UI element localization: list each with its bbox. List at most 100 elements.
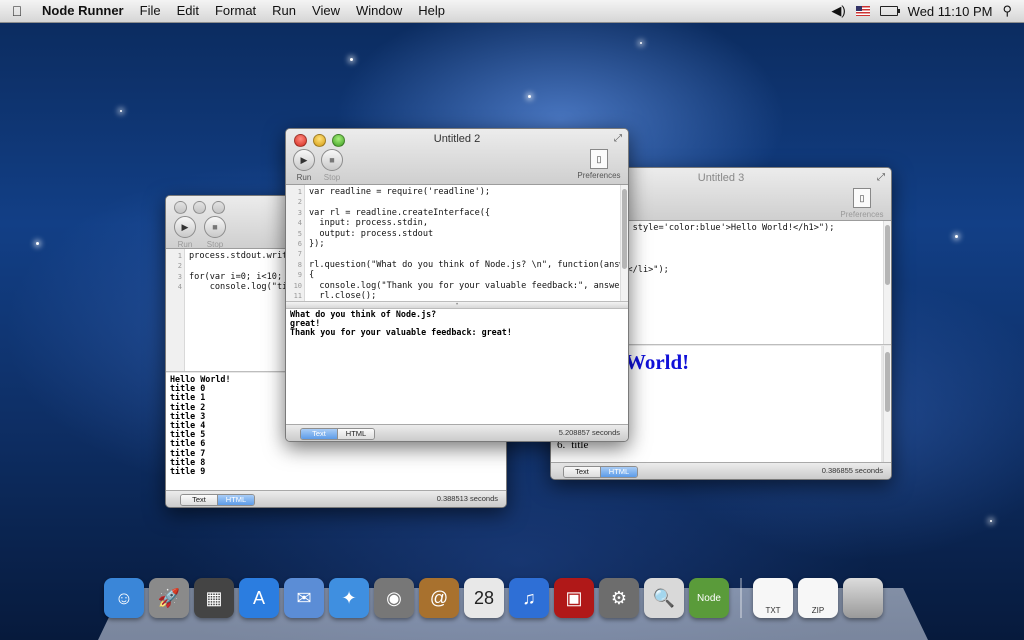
tab-text[interactable]: Text <box>564 467 600 477</box>
run-button[interactable]: ▶ Run <box>171 216 199 249</box>
menu-view[interactable]: View <box>304 0 348 22</box>
window-untitled-2: Untitled 2 ⤢ ▶ Run ■ Stop ▯ Preferences … <box>285 128 629 442</box>
fullscreen-icon[interactable]: ⤢ <box>614 133 622 144</box>
line-number: 4 <box>297 219 302 228</box>
preview-icon[interactable]: 🔍 <box>644 578 684 618</box>
code-editor[interactable]: 1 2 3 4 5 6 7 8 9 10 11 var readline = require('re… <box>286 185 628 302</box>
output-mode-toggle[interactable]: Text HTML <box>180 494 255 506</box>
tab-html[interactable]: HTML <box>600 467 637 477</box>
menu-run[interactable]: Run <box>264 0 304 22</box>
play-icon: ▶ <box>293 149 315 171</box>
photo-booth-icon[interactable]: ▣ <box>554 578 594 618</box>
line-number: 9 <box>297 271 302 280</box>
minimize-button[interactable] <box>193 201 206 214</box>
preferences-label: Preferences <box>840 210 884 219</box>
stop-button[interactable]: ■ Stop <box>201 216 229 249</box>
tab-text[interactable]: Text <box>301 429 337 439</box>
dock-separator <box>740 578 742 618</box>
line-number: 1 <box>297 188 302 196</box>
run-button[interactable]: ▶ Run <box>290 149 318 182</box>
editor-scrollbar[interactable] <box>883 221 891 344</box>
line-number: 2 <box>177 262 182 271</box>
apple-icon[interactable]:  <box>0 3 34 19</box>
spotlight-search-icon[interactable]: ⚲ <box>1002 3 1012 19</box>
line-number: 5 <box>297 229 302 238</box>
execution-time: 0.388513 seconds <box>436 494 498 503</box>
fullscreen-icon[interactable]: ⤢ <box>877 172 885 183</box>
line-number: 6 <box>297 239 302 248</box>
line-number: 1 <box>177 252 182 260</box>
zip-archive-icon[interactable]: ZIP <box>798 578 838 618</box>
tab-html[interactable]: HTML <box>337 429 374 439</box>
txt-document-icon[interactable]: TXT <box>753 578 793 618</box>
us-flag-icon[interactable] <box>855 6 870 16</box>
line-number: 8 <box>297 260 302 269</box>
preferences-button[interactable]: ▯ Preferences <box>572 149 626 180</box>
finder-icon[interactable]: ☺ <box>104 578 144 618</box>
output-mode-toggle[interactable]: Text HTML <box>300 428 375 440</box>
menu-window[interactable]: Window <box>348 0 410 22</box>
output-heading: World! <box>625 350 690 374</box>
facetime-icon[interactable]: ◉ <box>374 578 414 618</box>
code-line: rl.close(); <box>309 290 377 301</box>
safari-icon[interactable]: ✦ <box>329 578 369 618</box>
preferences-button[interactable]: ▯ Preferences <box>835 188 889 219</box>
menu-help[interactable]: Help <box>410 0 453 22</box>
zoom-button[interactable] <box>212 201 225 214</box>
tab-html[interactable]: HTML <box>217 495 254 505</box>
menubar-clock[interactable]: Wed 11:10 PM <box>908 4 993 19</box>
status-bar: Text HTML 5.208857 seconds <box>286 424 628 441</box>
tab-text[interactable]: Text <box>181 495 217 505</box>
status-bar: Text HTML 0.386855 seconds <box>551 462 891 479</box>
itunes-icon[interactable]: ♫ <box>509 578 549 618</box>
trash-icon[interactable] <box>843 578 883 618</box>
menu-edit[interactable]: Edit <box>169 0 207 22</box>
output-line: title 9 <box>170 465 206 476</box>
stop-button[interactable]: ■ Stop <box>318 149 346 182</box>
menu-app-name[interactable]: Node Runner <box>34 0 132 22</box>
window-title: Untitled 2 <box>433 133 481 145</box>
system-preferences-icon[interactable]: ⚙ <box>599 578 639 618</box>
code-line: var readline = require('readline'); <box>309 187 491 197</box>
code-line: console.log("Thank you for your valuable… <box>309 280 620 291</box>
code-line: }); <box>309 238 325 249</box>
status-bar: Text HTML 0.388513 seconds <box>166 490 506 507</box>
line-number: 3 <box>297 208 302 217</box>
battery-icon[interactable] <box>879 6 900 16</box>
code-line: rl.question("What do you think of Node.j… <box>309 259 620 270</box>
mission-control-icon[interactable]: ▦ <box>194 578 234 618</box>
address-book-icon[interactable]: @ <box>419 578 459 618</box>
preferences-label: Preferences <box>577 171 621 180</box>
mail-icon[interactable]: ✉ <box>284 578 324 618</box>
node-runner-icon[interactable]: Node <box>689 578 729 618</box>
dock-icons: ☺ 🚀 ▦ A ✉ ✦ ◉ @28 ♫ ▣ ⚙ 🔍 Node TXT ZIP <box>104 578 883 630</box>
execution-time: 0.386855 seconds <box>821 466 883 475</box>
output-mode-toggle[interactable]: Text HTML <box>563 466 638 478</box>
line-number: 2 <box>297 198 302 207</box>
volume-icon[interactable]: ◀) <box>831 3 845 19</box>
menu-file[interactable]: File <box>132 0 169 22</box>
preferences-icon: ▯ <box>590 149 608 169</box>
code-line: { <box>309 270 315 281</box>
code-line: var rl = readline.createInterface({ <box>309 207 491 218</box>
output-line: What do you think of Node.js? <box>290 309 437 319</box>
output-scrollbar[interactable] <box>883 346 891 462</box>
close-button[interactable] <box>174 201 187 214</box>
preferences-icon: ▯ <box>853 188 871 208</box>
menu-format[interactable]: Format <box>207 0 264 22</box>
output-line: Thank you for your valuable feedback: gr… <box>290 327 512 338</box>
line-number: 11 <box>293 291 302 300</box>
launchpad-icon[interactable]: 🚀 <box>149 578 189 618</box>
execution-time: 5.208857 seconds <box>558 428 620 437</box>
stop-icon: ■ <box>204 216 226 238</box>
ical-icon[interactable]: 28 <box>464 578 504 618</box>
split-view-divider[interactable]: • <box>286 301 628 309</box>
app-store-icon[interactable]: A <box>239 578 279 618</box>
editor-scrollbar[interactable] <box>620 185 628 301</box>
play-icon: ▶ <box>174 216 196 238</box>
line-number: 4 <box>177 283 182 292</box>
stop-icon: ■ <box>321 149 343 171</box>
run-label: Run <box>296 173 312 182</box>
